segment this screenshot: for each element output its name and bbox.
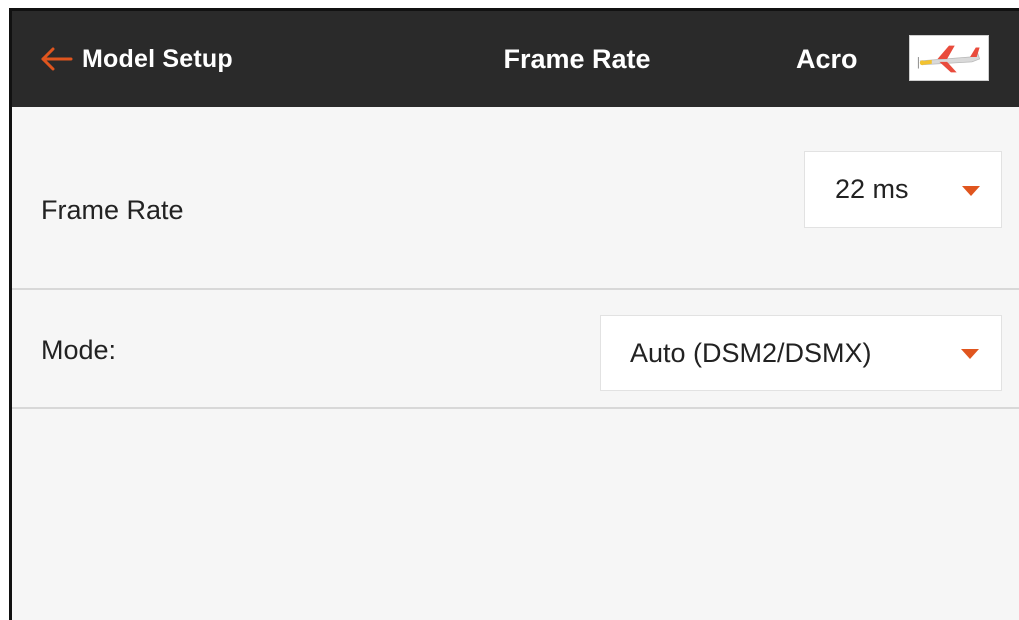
title-bar: Model Setup Frame Rate Acro <box>12 11 1019 107</box>
mode-label: Mode: <box>41 335 117 365</box>
arrow-left-icon <box>41 47 73 71</box>
model-image[interactable] <box>909 35 989 81</box>
page-title: Frame Rate <box>503 44 651 74</box>
mode-value: Auto (DSM2/DSMX) <box>630 337 872 368</box>
frame-rate-row: Frame Rate 22 ms <box>12 107 1019 291</box>
back-button-label: Model Setup <box>82 44 233 73</box>
frame-rate-value: 22 ms <box>835 174 909 204</box>
model-name: Acro <box>796 44 858 74</box>
back-button[interactable]: Model Setup <box>40 39 233 79</box>
caret-down-icon <box>961 349 979 359</box>
airplane-thumbnail-icon <box>910 36 988 80</box>
caret-down-icon <box>962 186 980 196</box>
empty-content-area <box>12 409 1019 620</box>
app-screen: Model Setup Frame Rate Acro Frame Rate 2… <box>9 8 1019 620</box>
mode-row: Mode: Auto (DSM2/DSMX) <box>12 290 1019 408</box>
mode-dropdown[interactable]: Auto (DSM2/DSMX) <box>600 315 1002 391</box>
frame-rate-dropdown[interactable]: 22 ms <box>804 151 1002 228</box>
frame-rate-label: Frame Rate <box>41 195 184 225</box>
